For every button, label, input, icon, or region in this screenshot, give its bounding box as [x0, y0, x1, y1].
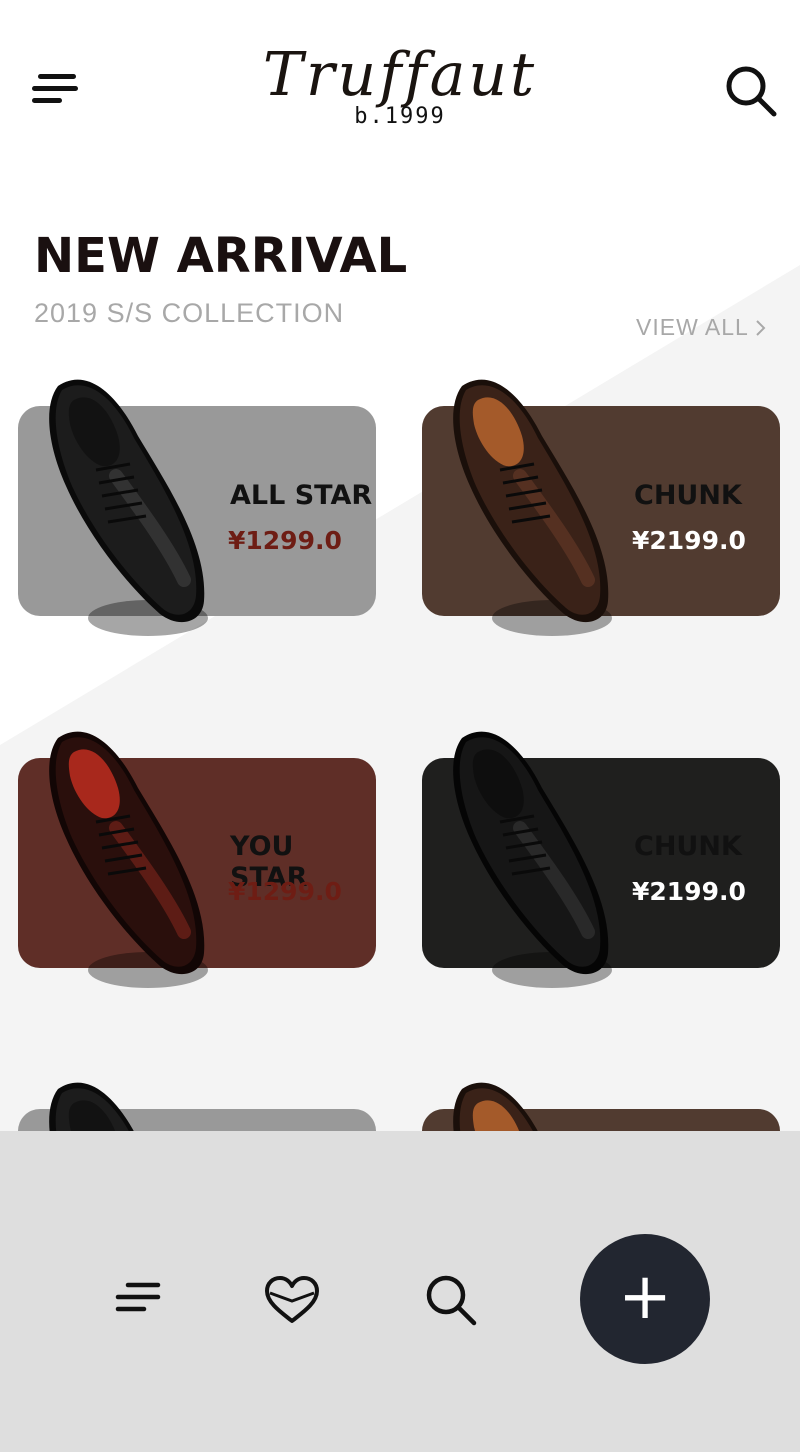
- view-all-link[interactable]: VIEW ALL: [636, 314, 767, 341]
- shoe-image: [453, 379, 612, 636]
- nav-menu-button[interactable]: [114, 1279, 164, 1319]
- header-search-button[interactable]: [722, 62, 780, 120]
- product-card[interactable]: YOU STAR ¥1299.0: [18, 731, 376, 988]
- bottom-nav-bar: +: [0, 1131, 800, 1452]
- nav-search-button[interactable]: [422, 1271, 480, 1329]
- section-title: NEW ARRIVAL: [34, 228, 408, 284]
- product-name: CHUNK: [634, 831, 742, 862]
- product-price: ¥2199.0: [632, 526, 746, 555]
- menu-line-1: [38, 74, 76, 79]
- heart-icon: [265, 1276, 319, 1323]
- shoe-image: [453, 731, 612, 988]
- plus-icon: +: [618, 1260, 672, 1334]
- menu-line-2: [32, 86, 78, 91]
- shoe-image: [49, 379, 208, 636]
- product-name: ALL STAR: [230, 480, 373, 511]
- product-price: ¥1299.0: [228, 526, 342, 555]
- product-card[interactable]: ALL STAR ¥1299.0: [18, 379, 376, 636]
- product-name: CHUNK: [634, 480, 742, 511]
- section-subtitle: 2019 S/S COLLECTION: [34, 298, 345, 328]
- product-price: ¥2199.0: [632, 877, 746, 906]
- brand-name: Truffaut: [262, 40, 538, 110]
- menu-line-3: [32, 98, 62, 103]
- search-icon: [726, 66, 777, 117]
- menu-button[interactable]: [28, 68, 78, 112]
- add-button[interactable]: +: [580, 1234, 710, 1364]
- shoe-image: [49, 731, 208, 988]
- menu-lines-icon: [115, 1282, 161, 1312]
- product-card[interactable]: CHUNK ¥2199.0: [422, 731, 780, 988]
- chevron-right-icon: [756, 319, 766, 336]
- view-all-label: VIEW ALL: [636, 314, 749, 340]
- product-price: ¥1299.0: [228, 877, 342, 906]
- search-icon: [426, 1275, 477, 1326]
- top-header: Truffaut b.1999: [0, 0, 800, 180]
- product-card[interactable]: CHUNK ¥2199.0: [422, 379, 780, 636]
- brand-logo: Truffaut b.1999: [230, 40, 570, 129]
- nav-favorites-button[interactable]: [262, 1273, 322, 1327]
